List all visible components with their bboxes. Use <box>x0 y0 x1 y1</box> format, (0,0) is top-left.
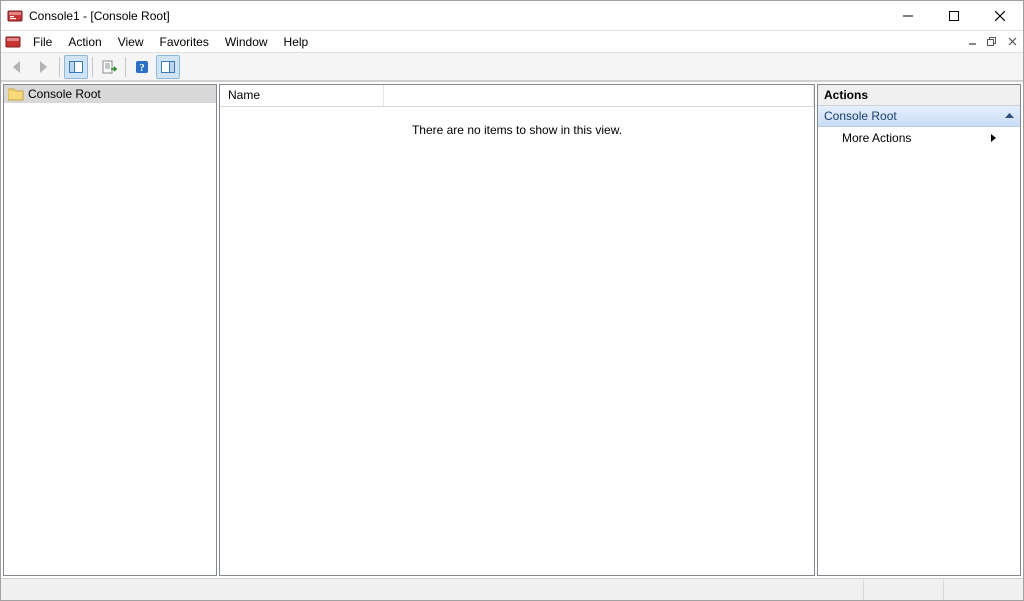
application-window: Console1 - [Console Root] File Action Vi… <box>0 0 1024 601</box>
arrow-left-icon <box>9 59 25 75</box>
titlebar-left: Console1 - [Console Root] <box>1 8 170 24</box>
mdi-close-button[interactable] <box>1003 34 1021 50</box>
toolbar-separator <box>59 57 60 77</box>
menu-favorites[interactable]: Favorites <box>152 31 217 52</box>
menubar-spacer <box>316 31 963 52</box>
list-header: Name <box>220 85 814 107</box>
column-header-empty[interactable] <box>384 85 814 106</box>
mmc-app-icon <box>7 8 23 24</box>
collapse-up-icon <box>1005 113 1014 119</box>
arrow-right-icon <box>35 59 51 75</box>
actions-section-header[interactable]: Console Root <box>818 106 1020 127</box>
back-button <box>5 55 29 79</box>
export-list-button[interactable] <box>97 55 121 79</box>
actions-pane: Actions Console Root More Actions <box>817 84 1021 576</box>
chevron-right-icon <box>991 134 996 142</box>
actions-more-actions[interactable]: More Actions <box>818 127 1020 149</box>
tree-node-console-root[interactable]: Console Root <box>4 85 216 103</box>
help-button[interactable]: ? <box>130 55 154 79</box>
help-icon: ? <box>134 59 150 75</box>
actions-section-label: Console Root <box>824 109 897 123</box>
status-cell-2 <box>863 579 943 600</box>
mdi-close-icon <box>1008 37 1017 46</box>
status-cell-3 <box>943 579 1023 600</box>
show-hide-actions-button[interactable] <box>156 55 180 79</box>
toolbar: ? <box>1 53 1023 81</box>
mdi-minimize-button[interactable] <box>963 34 981 50</box>
menu-help[interactable]: Help <box>276 31 317 52</box>
window-title: Console1 - [Console Root] <box>29 9 170 23</box>
column-header-name[interactable]: Name <box>220 85 384 106</box>
mdi-minimize-icon <box>968 37 977 46</box>
close-button[interactable] <box>977 1 1023 30</box>
toolbar-separator <box>92 57 93 77</box>
console-tree-pane[interactable]: Console Root <box>3 84 217 576</box>
results-list-pane[interactable]: Name There are no items to show in this … <box>219 84 815 576</box>
more-actions-label: More Actions <box>842 131 911 145</box>
menu-window[interactable]: Window <box>217 31 276 52</box>
menubar: File Action View Favorites Window Help <box>1 31 1023 53</box>
statusbar <box>1 578 1023 600</box>
tree-pane-icon <box>68 59 84 75</box>
close-icon <box>995 11 1005 21</box>
mdi-restore-button[interactable] <box>983 34 1001 50</box>
forward-button <box>31 55 55 79</box>
menu-action[interactable]: Action <box>60 31 109 52</box>
mdi-system-icon[interactable] <box>3 31 25 52</box>
show-hide-tree-button[interactable] <box>64 55 88 79</box>
minimize-icon <box>903 11 913 21</box>
empty-list-message: There are no items to show in this view. <box>220 107 814 575</box>
toolbar-separator <box>125 57 126 77</box>
menu-view[interactable]: View <box>110 31 152 52</box>
tree-node-label: Console Root <box>28 87 101 101</box>
content-area: Console Root Name There are no items to … <box>1 81 1023 578</box>
titlebar: Console1 - [Console Root] <box>1 1 1023 31</box>
minimize-button[interactable] <box>885 1 931 30</box>
actions-title: Actions <box>818 85 1020 106</box>
svg-text:?: ? <box>139 62 145 74</box>
maximize-button[interactable] <box>931 1 977 30</box>
export-list-icon <box>101 59 117 75</box>
maximize-icon <box>949 11 959 21</box>
menu-file[interactable]: File <box>25 31 60 52</box>
window-controls <box>885 1 1023 30</box>
status-cell-main <box>1 579 863 600</box>
folder-icon <box>8 88 24 101</box>
actions-pane-icon <box>160 59 176 75</box>
mdi-restore-icon <box>987 37 997 47</box>
mdi-controls <box>963 31 1023 52</box>
